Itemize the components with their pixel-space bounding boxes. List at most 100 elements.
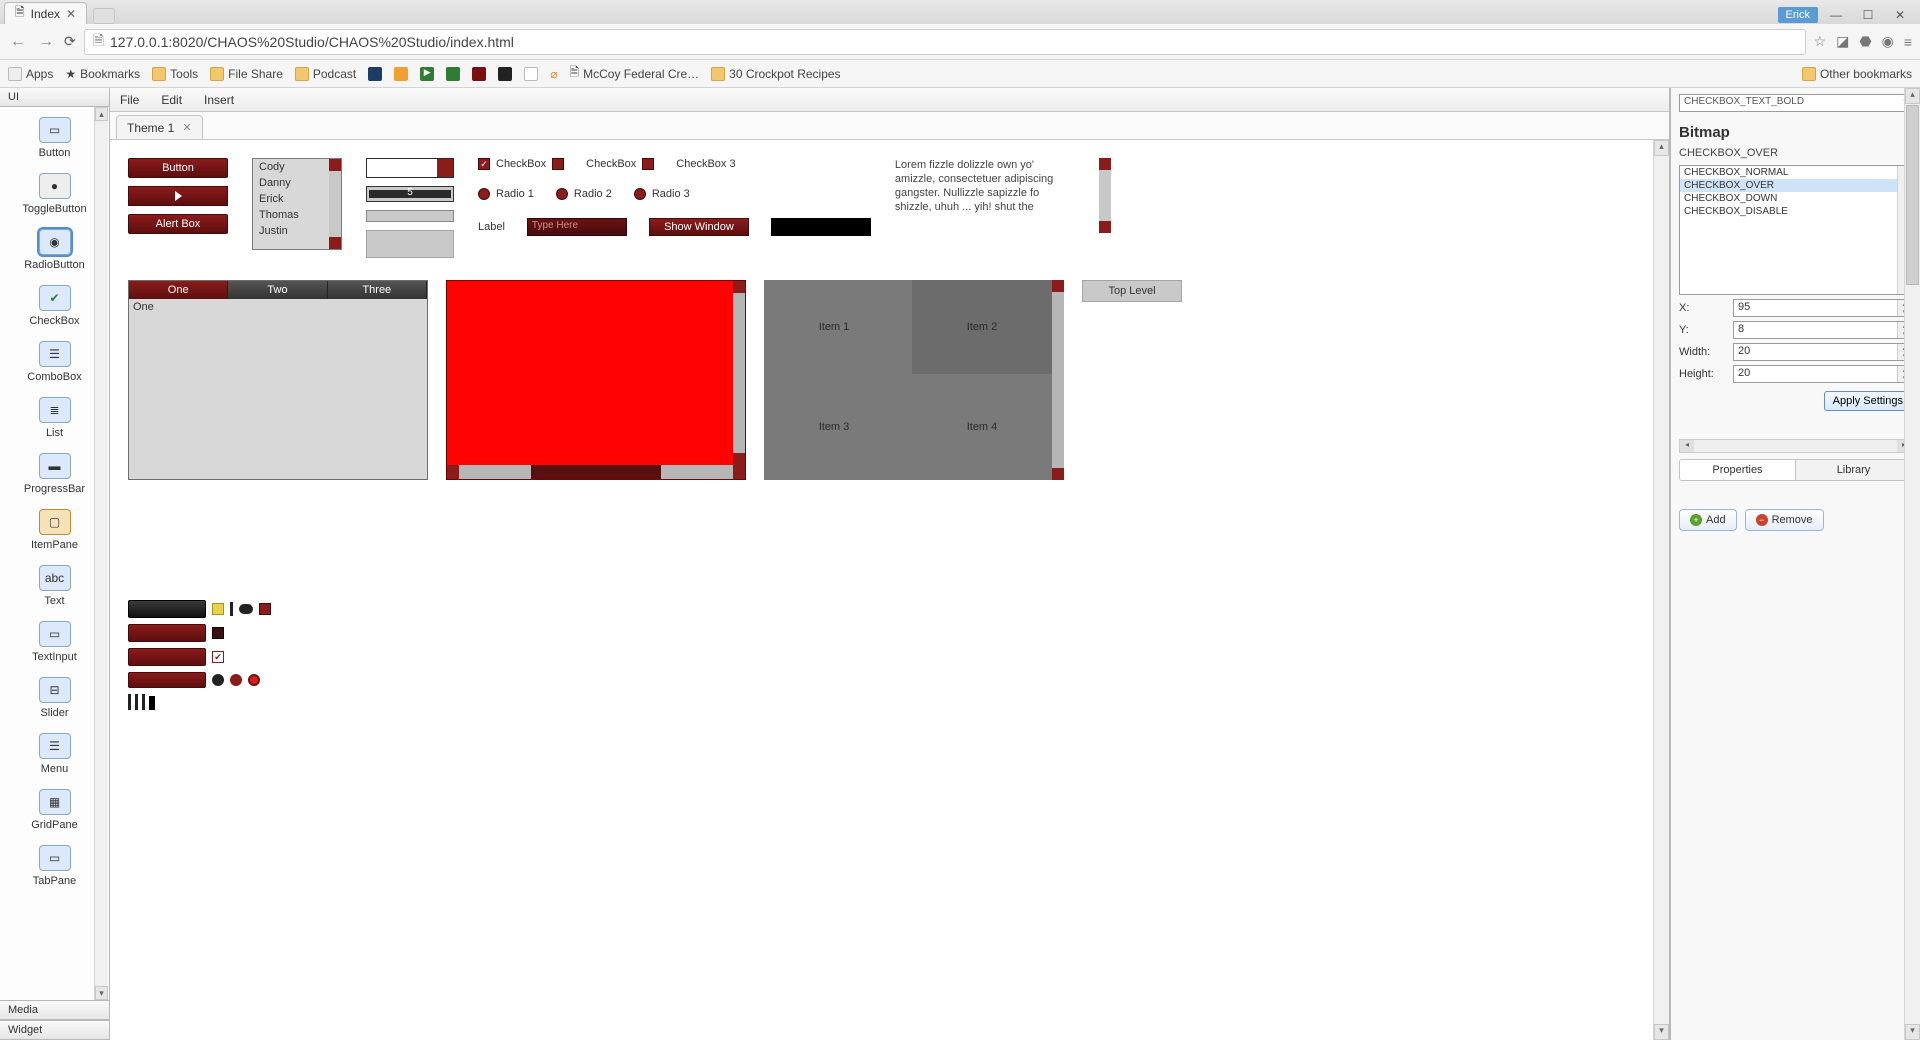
bm-icon-4[interactable] bbox=[446, 67, 460, 81]
sample-checkbox-1[interactable]: CheckBox bbox=[478, 158, 564, 170]
bm-icon-1[interactable] bbox=[368, 67, 382, 81]
tab-properties[interactable]: Properties bbox=[1680, 460, 1796, 480]
tab-one[interactable]: One bbox=[129, 281, 228, 299]
sample-radio-1[interactable]: Radio 1 bbox=[478, 188, 534, 200]
tab-two[interactable]: Two bbox=[228, 281, 327, 299]
doc-tab-theme1[interactable]: Theme 1 ✕ bbox=[116, 115, 203, 139]
palette-item-tabpane[interactable]: ▭TabPane bbox=[0, 839, 109, 895]
bm-icon-2[interactable] bbox=[394, 67, 408, 81]
apps-shortcut[interactable]: Apps bbox=[8, 67, 53, 81]
panel-hscrollbar[interactable] bbox=[447, 465, 745, 479]
scroll-thumb[interactable] bbox=[1906, 105, 1919, 285]
props-vscrollbar[interactable]: ▴ ▾ bbox=[1904, 88, 1920, 1040]
list-scrollbar[interactable] bbox=[329, 159, 341, 249]
palette-item-textinput[interactable]: ▭TextInput bbox=[0, 615, 109, 671]
bm-icon-3[interactable]: ▶ bbox=[420, 67, 434, 81]
apply-settings-button[interactable]: Apply Settings bbox=[1824, 391, 1912, 411]
other-bookmarks[interactable]: Other bookmarks bbox=[1802, 67, 1912, 81]
panel-vscrollbar[interactable] bbox=[733, 281, 745, 465]
reload-icon[interactable]: ⟳ bbox=[64, 33, 76, 50]
palette-item-list[interactable]: ≣List bbox=[0, 391, 109, 447]
design-canvas[interactable]: Button Alert Box Cody Danny Erick Thomas… bbox=[110, 140, 1653, 1040]
mccoy-bookmark[interactable]: 🗎McCoy Federal Cre… bbox=[569, 63, 699, 84]
user-badge[interactable]: Erick bbox=[1778, 7, 1818, 23]
palette-header-ui[interactable]: UI bbox=[0, 88, 109, 107]
minimize-icon[interactable]: — bbox=[1822, 6, 1850, 24]
show-window-button[interactable]: Show Window bbox=[649, 218, 749, 236]
scroll-down-icon[interactable]: ▾ bbox=[95, 986, 108, 1000]
palette-item-text[interactable]: abcText bbox=[0, 559, 109, 615]
list-item[interactable]: Thomas bbox=[253, 207, 341, 223]
sample-combobox[interactable] bbox=[366, 158, 454, 178]
state-option[interactable]: CHECKBOX_DISABLE bbox=[1680, 205, 1911, 218]
sample-gridpane[interactable]: Item 1 Item 2 Item 3 Item 4 bbox=[764, 280, 1064, 480]
palette-item-checkbox[interactable]: ✔CheckBox bbox=[0, 279, 109, 335]
state-listbox[interactable]: CHECKBOX_NORMAL CHECKBOX_OVER CHECKBOX_D… bbox=[1679, 165, 1912, 295]
sample-radio-2[interactable]: Radio 2 bbox=[556, 188, 612, 200]
palette-item-gridpane[interactable]: ▦GridPane bbox=[0, 783, 109, 839]
tab-library[interactable]: Library bbox=[1796, 460, 1911, 480]
palette-item-itempane[interactable]: ▢ItemPane bbox=[0, 503, 109, 559]
list-item[interactable]: Cody bbox=[253, 159, 341, 175]
palette-item-button[interactable]: ▭Button bbox=[0, 111, 109, 167]
sample-scroll-panel[interactable] bbox=[446, 280, 746, 480]
state-option[interactable]: CHECKBOX_OVER bbox=[1680, 179, 1911, 192]
bm-icon-6[interactable] bbox=[498, 67, 512, 81]
bm-icon-5[interactable] bbox=[472, 67, 486, 81]
scroll-up-icon[interactable]: ▴ bbox=[1905, 88, 1920, 104]
tools-folder[interactable]: Tools bbox=[152, 67, 198, 81]
bm-icon-8[interactable]: ⌀ bbox=[550, 67, 557, 81]
grid-cell[interactable]: Item 4 bbox=[912, 380, 1052, 474]
canvas-scrollbar[interactable]: ▴ ▾ bbox=[1653, 140, 1669, 1040]
width-input[interactable]: 20▴▾ bbox=[1733, 343, 1912, 361]
grid-cell[interactable]: Item 3 bbox=[764, 380, 904, 474]
menu-file[interactable]: File bbox=[120, 93, 139, 107]
scroll-down-icon[interactable]: ▾ bbox=[1905, 1024, 1920, 1040]
sample-button[interactable]: Button bbox=[128, 158, 228, 178]
sample-slider[interactable]: 5 bbox=[366, 186, 454, 202]
palette-item-progressbar[interactable]: ▬ProgressBar bbox=[0, 447, 109, 503]
sample-toplevel[interactable]: Top Level bbox=[1082, 280, 1182, 302]
grid-cell[interactable]: Item 1 bbox=[764, 280, 904, 374]
close-window-icon[interactable]: ✕ bbox=[1886, 6, 1914, 24]
sample-listbox[interactable]: Cody Danny Erick Thomas Justin bbox=[252, 158, 342, 250]
sample-play-button[interactable] bbox=[128, 186, 228, 206]
palette-item-slider[interactable]: ⊟Slider bbox=[0, 671, 109, 727]
scroll-down-icon[interactable]: ▾ bbox=[1654, 1024, 1669, 1040]
add-button[interactable]: +Add bbox=[1679, 509, 1737, 531]
new-tab-button[interactable] bbox=[93, 8, 115, 24]
sample-vscrollbar[interactable] bbox=[1099, 158, 1111, 233]
bookmarks-shortcut[interactable]: ★Bookmarks bbox=[65, 67, 140, 81]
podcast-folder[interactable]: Podcast bbox=[295, 67, 356, 81]
sample-alert-button[interactable]: Alert Box bbox=[128, 214, 228, 234]
palette-header-widget[interactable]: Widget bbox=[0, 1020, 109, 1040]
state-option[interactable]: CHECKBOX_DOWN bbox=[1680, 192, 1911, 205]
crockpot-bookmark[interactable]: 30 Crockpot Recipes bbox=[711, 67, 840, 81]
palette-header-media[interactable]: Media bbox=[0, 1000, 109, 1020]
close-icon[interactable]: ✕ bbox=[66, 7, 76, 21]
grid-cell[interactable]: Item 2 bbox=[912, 280, 1052, 374]
height-input[interactable]: 20▴▾ bbox=[1733, 365, 1912, 383]
y-input[interactable]: 8▴▾ bbox=[1733, 321, 1912, 339]
evernote-icon[interactable]: ◪ bbox=[1836, 33, 1849, 50]
back-icon[interactable]: ← bbox=[8, 33, 28, 51]
sample-radio-3[interactable]: Radio 3 bbox=[634, 188, 690, 200]
scroll-up-icon[interactable]: ▴ bbox=[95, 107, 108, 121]
palette-item-togglebutton[interactable]: ●ToggleButton bbox=[0, 167, 109, 223]
x-input[interactable]: 95▴▾ bbox=[1733, 299, 1912, 317]
list-item[interactable]: Justin bbox=[253, 223, 341, 239]
maximize-icon[interactable]: ☐ bbox=[1854, 6, 1882, 24]
bm-icon-7[interactable] bbox=[524, 67, 538, 81]
forward-icon[interactable]: → bbox=[36, 33, 56, 51]
menu-insert[interactable]: Insert bbox=[204, 93, 234, 107]
scroll-up-icon[interactable]: ▴ bbox=[1654, 140, 1669, 156]
list-item[interactable]: Danny bbox=[253, 175, 341, 191]
browser-tab-index[interactable]: 🗎 Index ✕ bbox=[4, 2, 87, 24]
menu-icon[interactable]: ≡ bbox=[1904, 34, 1912, 50]
property-dropdown[interactable]: CHECKBOX_TEXT_BOLD bbox=[1679, 94, 1912, 112]
state-option[interactable]: CHECKBOX_NORMAL bbox=[1680, 166, 1911, 179]
menu-edit[interactable]: Edit bbox=[161, 93, 182, 107]
fileshare-folder[interactable]: File Share bbox=[210, 67, 283, 81]
palette-item-combobox[interactable]: ☰ComboBox bbox=[0, 335, 109, 391]
sample-tabpane[interactable]: One Two Three One bbox=[128, 280, 428, 480]
